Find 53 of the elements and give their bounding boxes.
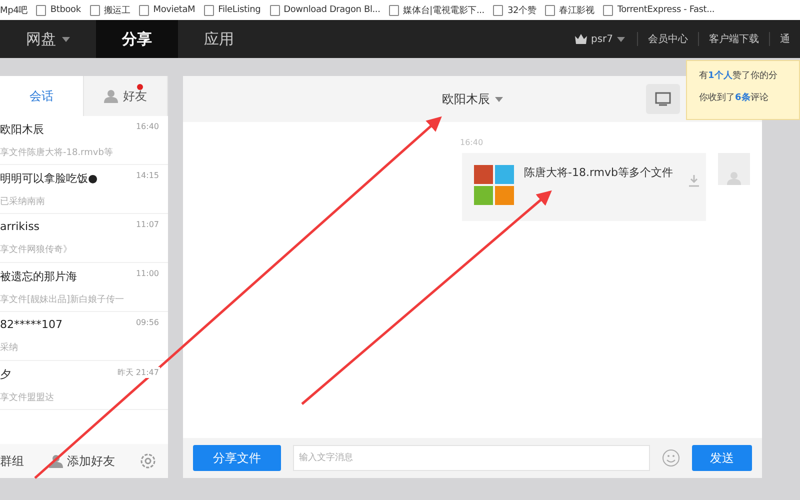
contact-name: 明明可以拿脸吃饭● — [0, 171, 99, 187]
bookmark-link[interactable]: TorrentExpress - Fast... — [617, 5, 715, 15]
nav-link[interactable]: 通 — [769, 32, 800, 46]
bookmark-link[interactable]: Mp4吧 — [0, 4, 28, 16]
message-time: 09:56 — [134, 318, 160, 327]
file-message[interactable]: 陈唐大将-18.rmvb等多个文件 — [462, 153, 706, 221]
message-preview: 享文件网狼传奇》 — [0, 244, 73, 256]
bookmark-link[interactable]: 春江影视 — [559, 4, 594, 16]
message-time: 16:40 — [460, 138, 484, 147]
contact-name: 欧阳木辰 — [0, 122, 45, 138]
message-preview: 享文件[靓妹出品]新白娘子传一 — [0, 294, 126, 306]
nav-tab[interactable]: 网盘 — [0, 20, 96, 58]
nav-link[interactable]: 会员中心 — [637, 32, 698, 46]
message-preview: 享文件盟盟达 — [0, 392, 55, 404]
nav-link[interactable]: 客户端下载 — [698, 32, 769, 46]
bookmark-link[interactable]: 搬运工 — [104, 4, 130, 16]
share-file-button[interactable]: 分享文件 — [193, 445, 281, 471]
contact-name: 夕 — [0, 367, 12, 383]
bookmark-link[interactable]: FileListing — [218, 5, 261, 15]
contact-name: 82*****107 — [0, 318, 64, 333]
message-time: 昨天 21:47 — [116, 367, 160, 378]
bookmark-link[interactable]: Btbook — [50, 5, 81, 15]
contact-name: arrikiss — [0, 220, 41, 235]
notification-text: 你收到了6条评论 — [699, 92, 770, 104]
bookmark-link[interactable]: 32个赞 — [507, 4, 536, 16]
message-time: 16:40 — [134, 122, 160, 131]
notification-text: 有1个人赞了你的分 — [699, 70, 778, 82]
contact-name: 被遗忘的那片海 — [0, 269, 78, 285]
group-link[interactable]: 群组 — [0, 452, 24, 470]
message-preview: 已采纳南南 — [0, 196, 46, 208]
sidebar-tab[interactable]: 会话 — [0, 76, 84, 116]
message-time: 11:07 — [134, 220, 160, 229]
conversation-item[interactable]: 欧阳木辰 16:40 享文件陈唐大将-18.rmvb等 — [0, 116, 168, 165]
conversation-item[interactable]: 82*****107 09:56 采纳 — [0, 312, 168, 361]
nav-tab[interactable]: 应用 — [178, 20, 260, 58]
message-time: 11:00 — [134, 269, 160, 278]
bookmark-link[interactable]: MovietaM — [153, 5, 196, 15]
conversation-item[interactable]: 被遗忘的那片海 11:00 享文件[靓妹出品]新白娘子传一 — [0, 263, 168, 312]
file-name: 陈唐大将-18.rmvb等多个文件 — [524, 165, 674, 181]
message-time: 14:15 — [134, 171, 160, 180]
add-friend-link[interactable]: 添加好友 — [67, 452, 115, 470]
chat-title[interactable]: 欧阳木辰 — [442, 90, 490, 108]
send-button[interactable]: 发送 — [692, 445, 752, 471]
user-name[interactable]: psr7 — [590, 34, 613, 44]
conversation-item[interactable]: arrikiss 11:07 享文件网狼传奇》 — [0, 214, 168, 263]
bookmark-link[interactable]: Download Dragon Bl... — [284, 5, 380, 15]
message-preview: 采纳 — [0, 342, 19, 354]
conversation-item[interactable]: 夕 昨天 21:47 享文件盟盟达 — [0, 361, 168, 410]
bookmark-link[interactable]: 媒体台|電視電影下... — [403, 4, 484, 16]
message-preview: 享文件陈唐大将-18.rmvb等 — [0, 146, 114, 160]
message-input[interactable]: 输入文字消息 — [293, 445, 650, 471]
nav-tab[interactable]: 分享 — [96, 20, 178, 58]
conversation-item[interactable]: 明明可以拿脸吃饭● 14:15 已采纳南南 — [0, 165, 168, 214]
